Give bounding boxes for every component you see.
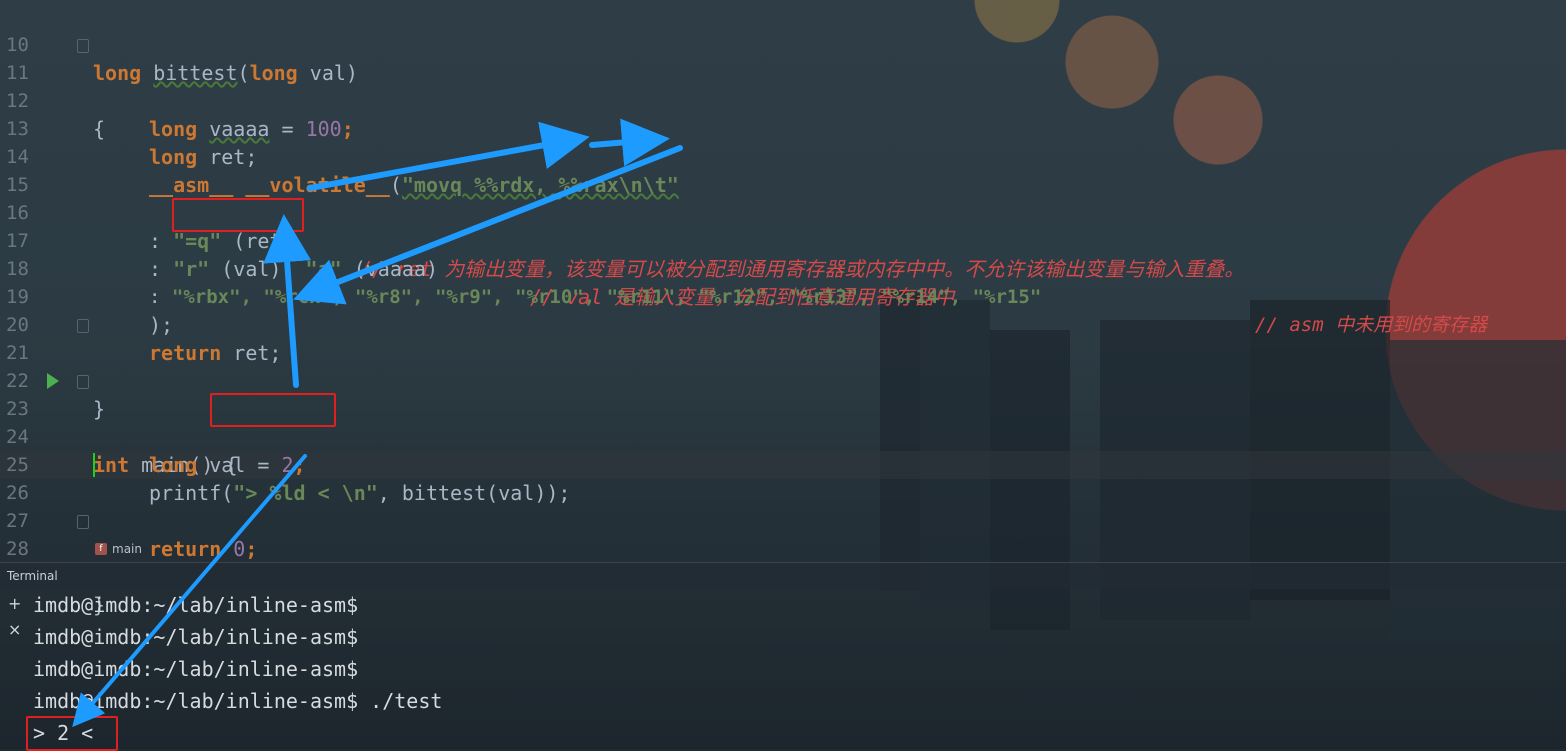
annotation-arrows (72, 118, 683, 728)
arrow-val-to-input (263, 214, 312, 388)
arrow-rdx-to-rax (589, 118, 670, 167)
arrow-ret-to-rdx (307, 121, 590, 191)
arrow-rax-to-return (293, 145, 683, 305)
arrow-printf-to-output (72, 454, 307, 728)
